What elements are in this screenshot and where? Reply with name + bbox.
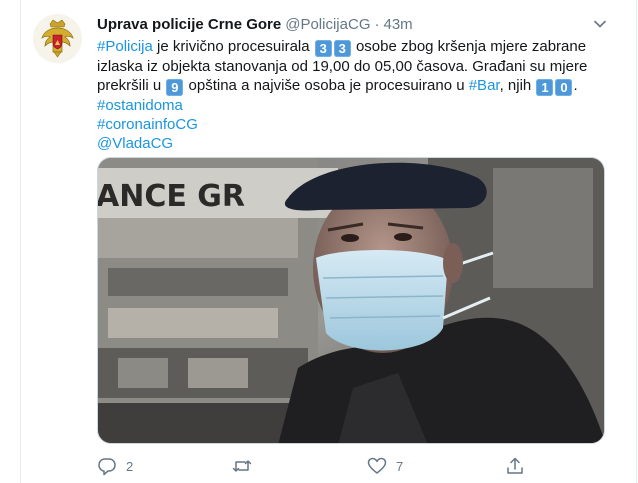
header-separator: · [374,15,380,33]
like-count: 7 [396,458,404,474]
tweet-paragraph: #Policija je krivično procesuirala 33 os… [97,37,607,96]
share-button[interactable] [505,455,525,477]
hashtag-policija[interactable]: #Policija [97,38,153,55]
hashtag-bar[interactable]: #Bar [469,77,500,94]
mention-vladacg[interactable]: @VladaCG [97,135,173,152]
tweet-timestamp[interactable]: 43m [383,16,412,33]
like-button[interactable]: 7 [367,455,403,477]
keycap-digit: 3 [333,40,351,57]
keycap-digit: 3 [314,40,332,57]
retweet-icon [232,460,252,472]
profile-avatar[interactable] [33,14,82,63]
author-handle[interactable]: @PolicijaCG [285,16,370,33]
chevron-down-icon [594,20,606,28]
reply-count: 2 [126,458,134,474]
keycap-digit: 1 [536,79,554,96]
sign-partial-text: ANCE GR [98,179,245,214]
text-segment: . [573,77,578,94]
tweet-actions: 2 7 [97,455,537,477]
reply-button[interactable]: 2 [97,455,133,477]
text-segment: , njih [499,77,536,94]
hashtag-coronainfocg[interactable]: #coronainfoCG [97,116,198,133]
hashtag-ostanidoma[interactable]: #ostanidoma [97,97,183,114]
coat-of-arms-icon [33,14,82,63]
author-display-name[interactable]: Uprava policije Crne Gore [97,16,281,33]
retweet-button[interactable] [232,455,261,477]
share-icon [507,457,523,474]
tweet-text: #Policija je krivično procesuirala 33 os… [97,37,607,153]
text-segment: opština a najviše osoba je procesuirano … [184,77,469,94]
text-segment: je krivično procesuirala [152,38,314,55]
tweet-media-photo[interactable]: ANCE GR [97,157,605,444]
keycap-digit: 9 [166,79,184,96]
more-options-caret[interactable] [590,14,610,34]
reply-icon [98,458,116,476]
police-officer-photo: ANCE GR [98,158,604,443]
tweet-header: Uprava policije Crne Gore @PolicijaCG · … [97,14,413,34]
keycap-digit: 0 [555,79,573,96]
heart-icon [367,457,387,474]
